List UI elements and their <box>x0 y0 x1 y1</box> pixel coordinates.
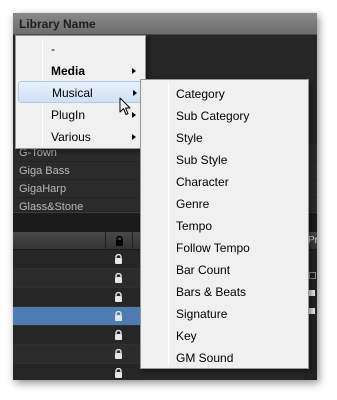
lock-icon[interactable] <box>114 349 123 359</box>
side-marker <box>309 290 315 296</box>
submenu-item-label: Character <box>176 175 229 189</box>
lock-icon[interactable] <box>114 273 123 283</box>
lock-icon[interactable] <box>114 368 123 378</box>
lock-icon <box>115 236 124 246</box>
submenu-item[interactable]: Tempo <box>143 215 306 237</box>
chevron-right-icon <box>132 112 136 118</box>
submenu-item[interactable]: Character <box>143 171 306 193</box>
submenu-item-label: Category <box>176 87 225 101</box>
submenu-item[interactable]: Style <box>143 127 306 149</box>
submenu-item-label: Tempo <box>176 219 213 233</box>
chevron-right-icon <box>132 134 136 140</box>
submenu-item[interactable]: Category <box>143 83 306 105</box>
mouse-pointer-icon <box>119 97 131 121</box>
lock-icon[interactable] <box>114 292 123 302</box>
chevron-right-icon <box>132 68 136 74</box>
chevron-right-icon <box>133 90 137 96</box>
submenu-item[interactable]: Key <box>143 325 306 347</box>
lock-icon[interactable] <box>114 330 123 340</box>
submenu-item-label: Sub Category <box>176 109 250 123</box>
submenu-item-label: Style <box>176 131 203 145</box>
submenu-item-label: Genre <box>176 197 210 211</box>
lock-icon[interactable] <box>114 311 123 321</box>
menu-item-label: Musical <box>52 86 93 100</box>
column-header[interactable]: Library Name <box>13 13 317 35</box>
menu-item-label: Various <box>51 130 91 144</box>
menu-item-label: PlugIn <box>51 108 86 122</box>
submenu-item-label: Sub Style <box>176 153 228 167</box>
menu-item-label: - <box>51 42 55 56</box>
submenu-item[interactable]: Signature <box>143 303 306 325</box>
submenu-item-label: GM Sound <box>176 351 234 365</box>
menu-item-various[interactable]: Various <box>18 126 143 148</box>
submenu-item[interactable]: Genre <box>143 193 306 215</box>
lock-icon[interactable] <box>114 254 123 264</box>
lock-column-header[interactable] <box>105 232 133 250</box>
submenu-item-label: Key <box>176 329 197 343</box>
column-header-title: Library Name <box>19 17 96 31</box>
submenu-item-label: Follow Tempo <box>176 241 250 255</box>
submenu-item-label: Bars & Beats <box>176 285 247 299</box>
menu-item-separator-dash[interactable]: - <box>18 38 143 60</box>
side-checkbox[interactable] <box>309 272 316 279</box>
submenu-item-label: Bar Count <box>176 263 231 277</box>
side-marker <box>309 308 315 314</box>
submenu-item[interactable]: GM Sound <box>143 347 306 369</box>
submenu-item-label: Signature <box>176 307 228 321</box>
submenu-item[interactable]: Bars & Beats <box>143 281 306 303</box>
musical-submenu: Category Sub Category Style Sub Style Charac… <box>140 79 309 369</box>
submenu-item[interactable]: Sub Style <box>143 149 306 171</box>
context-menu: - Media Musical PlugIn Various <box>15 35 146 149</box>
submenu-item[interactable]: Follow Tempo <box>143 237 306 259</box>
submenu-item[interactable]: Bar Count <box>143 259 306 281</box>
menu-item-label: Media <box>51 64 86 78</box>
submenu-item[interactable]: Sub Category <box>143 105 306 127</box>
menu-item-media[interactable]: Media <box>18 60 143 82</box>
